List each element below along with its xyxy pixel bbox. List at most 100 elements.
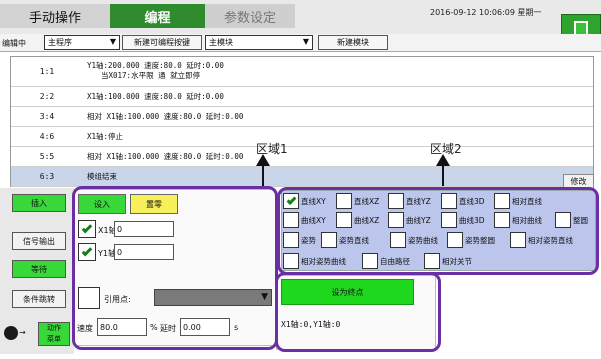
interpolation-option[interactable]: 姿势	[283, 232, 316, 248]
arrow-right-icon: →	[19, 328, 26, 337]
datetime-display: 2016-09-12 10:06:09 星期一	[430, 8, 542, 17]
wait-button[interactable]: 等待	[12, 260, 66, 278]
option-label: 整圆	[573, 215, 588, 225]
interpolation-option[interactable]: 曲线3D	[441, 212, 485, 228]
option-label: 相对姿势直线	[528, 235, 573, 245]
program-row-selected[interactable]: 6:3 模组结束	[11, 167, 593, 187]
row-text: 相对 X1轴:100.000 速度:80.0 延时:0.00	[87, 152, 244, 161]
new-module-button[interactable]: 新建模块	[318, 35, 388, 50]
option-label: 直线XY	[301, 196, 326, 206]
option-checkbox[interactable]	[441, 193, 457, 209]
option-label: 直线YZ	[406, 196, 431, 206]
interpolation-option[interactable]: 整圆	[555, 212, 588, 228]
interpolation-option[interactable]: 姿势整圆	[447, 232, 495, 248]
option-checkbox[interactable]	[447, 232, 463, 248]
interpolation-option[interactable]: 相对关节	[424, 253, 472, 269]
row-text-line2: 当X017:水平限 通 就立即停	[101, 71, 201, 80]
interpolation-option[interactable]: 直线YZ	[388, 193, 431, 209]
conditional-jump-button[interactable]: 条件跳转	[12, 290, 66, 308]
option-label: 曲线3D	[459, 215, 485, 225]
option-checkbox[interactable]	[336, 212, 352, 228]
action-menu-button[interactable]: 动作 菜单	[38, 322, 70, 346]
interpolation-option[interactable]: 曲线XY	[283, 212, 326, 228]
option-label: 姿势整圆	[465, 235, 495, 245]
program-row[interactable]: 4:6 X1轴:停止	[11, 127, 593, 147]
option-label: 相对曲线	[512, 215, 542, 225]
option-checkbox[interactable]	[283, 232, 299, 248]
program-row[interactable]: 5:5 相对 X1轴:100.000 速度:80.0 延时:0.00	[11, 147, 593, 167]
tab-manual-operation[interactable]: 手动操作	[0, 4, 110, 28]
option-checkbox[interactable]	[388, 193, 404, 209]
location-pin-icon	[4, 326, 18, 340]
option-checkbox[interactable]	[494, 212, 510, 228]
module-select-value: 主模块	[209, 38, 233, 47]
option-label: 自由路径	[380, 256, 410, 266]
option-checkbox[interactable]	[388, 212, 404, 228]
row-number: 1:1	[39, 67, 55, 76]
interpolation-option[interactable]: 相对曲线	[494, 212, 542, 228]
option-label: 姿势直线	[339, 235, 369, 245]
program-select-value: 主程序	[48, 38, 72, 47]
row-text: 相对 X1轴:100.000 速度:80.0 延时:0.00	[87, 112, 244, 121]
option-checkbox[interactable]	[510, 232, 526, 248]
checkmark-icon	[286, 194, 296, 205]
option-checkbox[interactable]	[336, 193, 352, 209]
option-checkbox[interactable]	[283, 212, 299, 228]
option-checkbox[interactable]	[390, 232, 406, 248]
interpolation-option[interactable]: 相对姿势曲线	[283, 253, 346, 269]
option-label: 相对关节	[442, 256, 472, 266]
zone1-outline	[72, 186, 278, 350]
option-label: 直线3D	[459, 196, 485, 206]
row-number: 5:5	[39, 152, 55, 161]
interpolation-option[interactable]: 直线3D	[441, 193, 485, 209]
option-label: 直线XZ	[354, 196, 380, 206]
interpolation-option[interactable]: 姿势直线	[321, 232, 369, 248]
interpolation-option[interactable]: 直线XZ	[336, 193, 379, 209]
option-checkbox[interactable]	[283, 253, 299, 269]
option-label: 曲线XZ	[354, 215, 380, 225]
endpoint-outline	[275, 272, 441, 352]
interpolation-option[interactable]: 自由路径	[362, 253, 410, 269]
signal-output-button[interactable]: 信号输出	[12, 232, 66, 250]
interpolation-option[interactable]: 相对姿势直线	[510, 232, 573, 248]
interpolation-option[interactable]: 曲线XZ	[336, 212, 379, 228]
create-programmable-key-button[interactable]: 新建可编程按键	[122, 35, 202, 50]
program-row[interactable]: 3:4 相对 X1轴:100.000 速度:80.0 延时:0.00	[11, 107, 593, 127]
option-checkbox[interactable]	[494, 193, 510, 209]
zone2-arrow-line	[442, 164, 444, 186]
option-checkbox[interactable]	[283, 193, 299, 209]
module-select[interactable]: 主模块 ▼	[205, 35, 313, 50]
option-label: 姿势	[301, 235, 316, 245]
zone2-arrowhead-icon	[436, 154, 450, 166]
interpolation-option[interactable]: 姿势曲线	[390, 232, 438, 248]
row-text: 模组结束	[87, 172, 117, 181]
row-number: 2:2	[39, 92, 55, 101]
program-select[interactable]: 主程序 ▼	[44, 35, 120, 50]
option-checkbox[interactable]	[424, 253, 440, 269]
chevron-down-icon: ▼	[302, 37, 309, 46]
interpolation-option[interactable]: 相对直线	[494, 193, 542, 209]
option-label: 相对姿势曲线	[301, 256, 346, 266]
option-checkbox[interactable]	[362, 253, 378, 269]
option-label: 曲线YZ	[406, 215, 431, 225]
program-row[interactable]: 1:1 Y1轴:200.000 速度:80.0 延时:0.00 当X017:水平…	[11, 57, 593, 87]
row-number: 6:3	[39, 172, 55, 181]
row-number: 4:6	[39, 132, 55, 141]
tab-parameter-settings[interactable]: 参数设定	[205, 4, 295, 28]
option-checkbox[interactable]	[555, 212, 571, 228]
option-label: 相对直线	[512, 196, 542, 206]
option-checkbox[interactable]	[321, 232, 337, 248]
row-text: X1轴:100.000 速度:80.0 延时:0.00	[87, 92, 224, 101]
program-list: 1:1 Y1轴:200.000 速度:80.0 延时:0.00 当X017:水平…	[10, 56, 594, 187]
interpolation-option[interactable]: 曲线YZ	[388, 212, 431, 228]
row-number: 3:4	[39, 112, 55, 121]
insert-button[interactable]: 插入	[12, 194, 66, 212]
row-text: Y1轴:200.000 速度:80.0 延时:0.00	[87, 61, 224, 70]
program-row[interactable]: 2:2 X1轴:100.000 速度:80.0 延时:0.00	[11, 87, 593, 107]
option-label: 曲线XY	[301, 215, 326, 225]
zone1-arrowhead-icon	[256, 154, 270, 166]
interpolation-option[interactable]: 直线XY	[283, 193, 326, 209]
option-checkbox[interactable]	[441, 212, 457, 228]
tab-programming[interactable]: 编程	[110, 4, 205, 28]
option-label: 姿势曲线	[408, 235, 438, 245]
